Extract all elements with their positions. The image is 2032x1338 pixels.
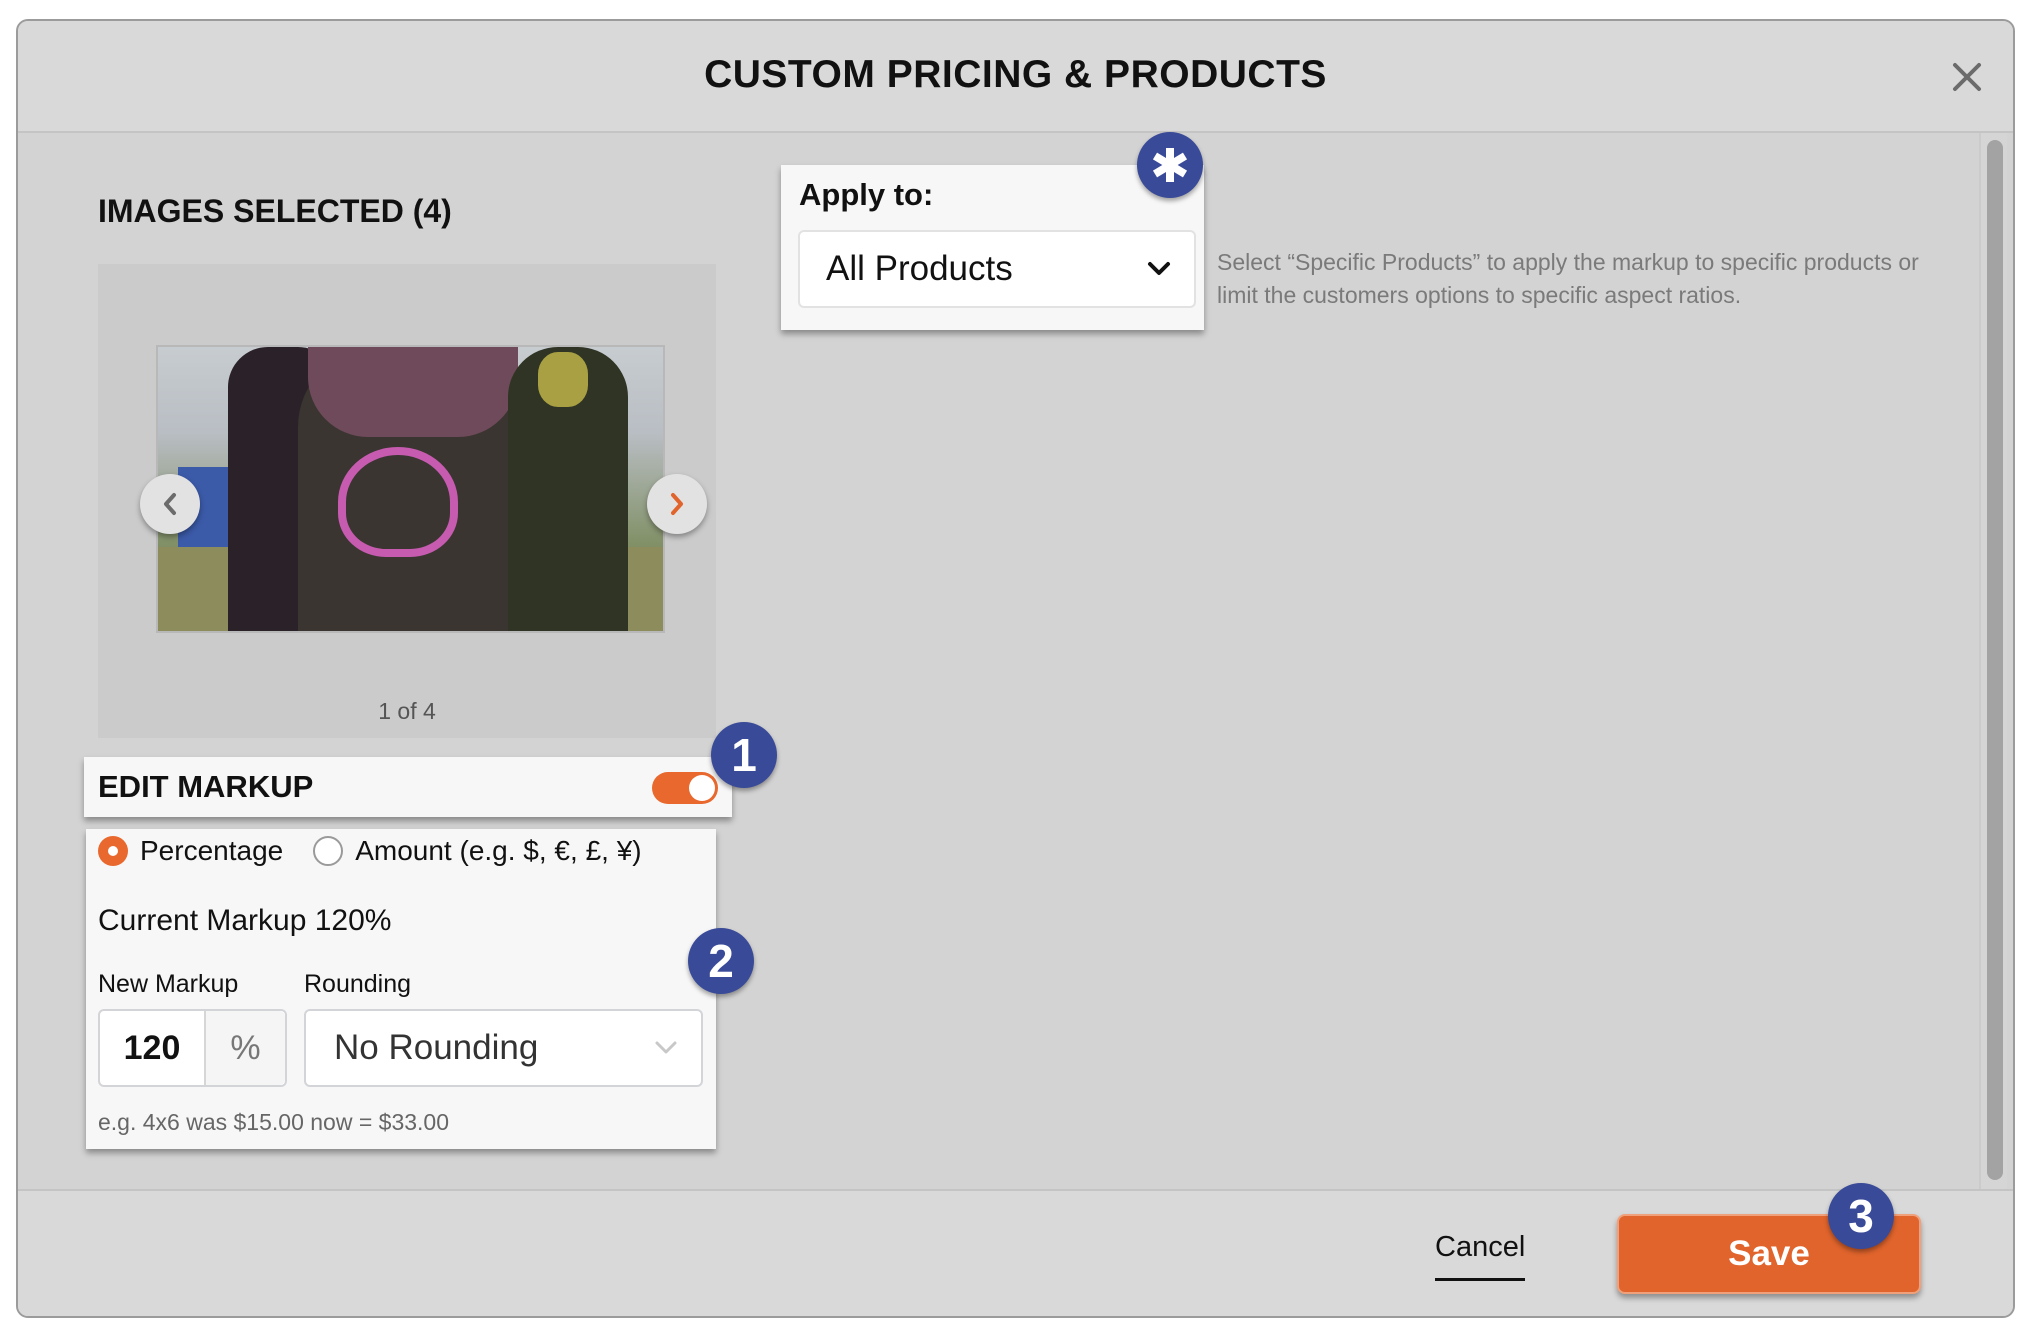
edit-markup-toggle[interactable]: [652, 772, 718, 804]
previous-image-button[interactable]: [140, 474, 200, 534]
asterisk-icon: [1152, 148, 1188, 182]
apply-to-select-value: All Products: [826, 249, 1013, 288]
rounding-select-value: No Rounding: [334, 1028, 539, 1067]
markup-type-radio-group: Percentage Amount (e.g. $, €, £, ¥): [98, 835, 672, 867]
photo-hair: [308, 347, 518, 437]
radio-amount[interactable]: [313, 836, 344, 866]
radio-percentage[interactable]: [98, 836, 128, 866]
apply-to-select[interactable]: All Products: [798, 230, 1196, 308]
chevron-down-icon: [655, 1041, 677, 1054]
chevron-left-icon: [164, 493, 176, 515]
edit-markup-header: EDIT MARKUP: [84, 757, 732, 817]
modal-body: IMAGES SELECTED (4) 1 of 4 EDIT MARKUP P…: [18, 133, 2013, 1191]
apply-to-label: Apply to:: [799, 177, 934, 212]
rounding-select[interactable]: No Rounding: [304, 1009, 703, 1087]
step-3-badge: 3: [1828, 1183, 1894, 1249]
close-button[interactable]: [1947, 57, 1987, 97]
new-markup-label: New Markup: [98, 970, 239, 998]
asterisk-badge: [1137, 132, 1203, 198]
images-selected-heading: IMAGES SELECTED (4): [98, 193, 452, 229]
image-pager-count: 1 of 4: [378, 698, 436, 724]
apply-to-help-text: Select “Specific Products” to apply the …: [1217, 249, 1919, 308]
selected-photo: [156, 345, 665, 633]
next-image-button[interactable]: [647, 474, 707, 534]
step-2-badge: 2: [688, 928, 754, 994]
current-markup-text: Current Markup 120%: [98, 904, 392, 937]
image-gallery: 1 of 4: [98, 264, 716, 738]
custom-pricing-modal: CUSTOM PRICING & PRODUCTS IMAGES SELECTE…: [16, 19, 2015, 1318]
new-markup-input[interactable]: [100, 1011, 206, 1085]
percent-addon: %: [206, 1011, 285, 1085]
modal-footer: Cancel Save: [18, 1189, 2013, 1316]
step-1-badge: 1: [711, 722, 777, 788]
modal-title: CUSTOM PRICING & PRODUCTS: [704, 53, 1327, 96]
close-icon: [1953, 63, 1981, 91]
rounding-label: Rounding: [304, 970, 412, 998]
markup-example-text: e.g. 4x6 was $15.00 now = $33.00: [98, 1109, 450, 1135]
cancel-button[interactable]: Cancel: [1435, 1231, 1526, 1281]
scrollbar-thumb[interactable]: [1987, 140, 2003, 1180]
new-markup-input-group: %: [98, 1009, 287, 1087]
chevron-down-icon: [1148, 262, 1170, 275]
edit-markup-panel: Percentage Amount (e.g. $, €, £, ¥) Curr…: [86, 829, 716, 1149]
scrollbar-track[interactable]: [1979, 133, 2007, 1191]
chevron-right-icon: [671, 493, 683, 515]
photo-heart: [338, 447, 458, 557]
radio-percentage-label[interactable]: Percentage: [140, 835, 283, 867]
apply-to-box: Apply to: All Products: [781, 165, 1204, 330]
photo-face-right: [538, 352, 588, 407]
edit-markup-title: EDIT MARKUP: [98, 769, 314, 804]
toggle-knob: [689, 775, 715, 801]
modal-header: CUSTOM PRICING & PRODUCTS: [18, 21, 2013, 133]
radio-amount-label[interactable]: Amount (e.g. $, €, £, ¥): [355, 835, 641, 867]
